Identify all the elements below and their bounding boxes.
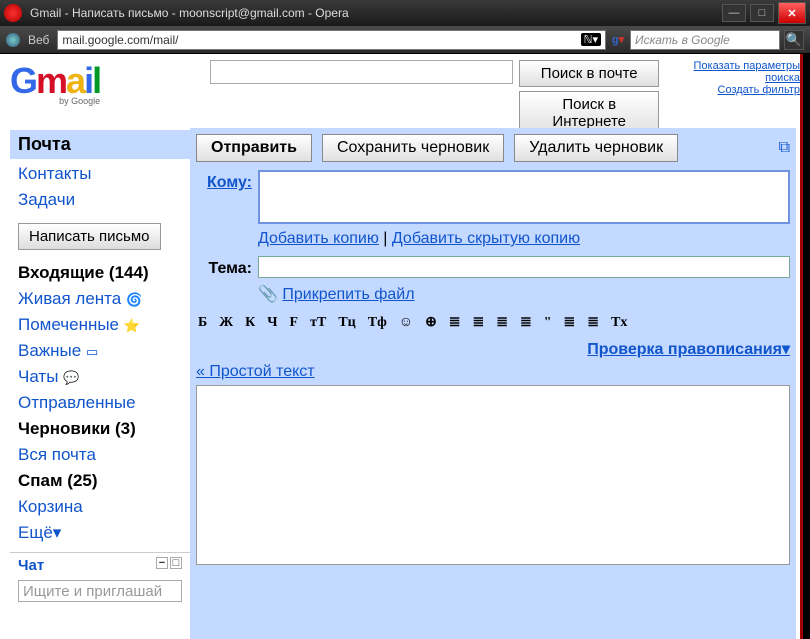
scrollbar[interactable]: [800, 54, 810, 639]
subject-label: Тема:: [196, 256, 252, 278]
plain-text-link[interactable]: « Простой текст: [196, 363, 315, 380]
create-filter-link[interactable]: Создать фильтр: [671, 84, 800, 96]
chat-expand-icon[interactable]: □: [170, 557, 182, 569]
paperclip-icon: 📎: [258, 286, 278, 303]
chat-search-input[interactable]: Ищите и приглашай: [18, 580, 182, 602]
browser-search-input[interactable]: Искать в Google: [630, 30, 780, 50]
send-button[interactable]: Отправить: [196, 134, 312, 162]
minimize-button[interactable]: —: [722, 4, 746, 22]
search-placeholder: Искать в Google: [635, 33, 730, 47]
format-tool[interactable]: Ж: [217, 315, 235, 331]
search-go-button[interactable]: 🔍: [784, 30, 804, 50]
close-button[interactable]: ✕: [778, 2, 806, 24]
format-tool[interactable]: ≣: [518, 314, 534, 331]
format-tool[interactable]: Ч: [265, 315, 279, 331]
spellcheck-link[interactable]: Проверка правописания▾: [587, 339, 790, 359]
globe-icon: [6, 33, 20, 47]
google-icon[interactable]: g▾: [610, 32, 626, 48]
chat-header: Чат − □: [10, 552, 190, 578]
add-bcc-link[interactable]: Добавить скрытую копию: [392, 230, 580, 247]
message-body[interactable]: [196, 385, 790, 565]
attach-file-link[interactable]: Прикрепить файл: [282, 286, 414, 303]
compose-button[interactable]: Написать письмо: [18, 223, 161, 250]
web-label[interactable]: Веб: [28, 33, 49, 47]
discard-button[interactable]: Удалить черновик: [514, 134, 678, 162]
to-input[interactable]: [258, 170, 790, 224]
format-tool[interactable]: ⊕: [423, 314, 439, 331]
chat-collapse-icon[interactable]: −: [156, 557, 168, 569]
add-cc-link[interactable]: Добавить копию: [258, 230, 379, 247]
folder-item[interactable]: Важные ▭: [10, 338, 190, 364]
format-tool[interactable]: ≣: [562, 314, 578, 331]
folder-item[interactable]: Отправленные: [10, 390, 190, 416]
format-tool[interactable]: тТ: [308, 315, 328, 331]
format-tool[interactable]: ≣: [585, 314, 601, 331]
nav-contacts[interactable]: Контакты: [10, 161, 190, 187]
nav-tasks[interactable]: Задачи: [10, 187, 190, 213]
save-draft-button[interactable]: Сохранить черновик: [322, 134, 504, 162]
mail-search-input[interactable]: [210, 60, 513, 84]
format-tool[interactable]: Б: [196, 315, 209, 331]
maximize-button[interactable]: □: [750, 4, 774, 22]
subject-input[interactable]: [258, 256, 790, 278]
format-tool[interactable]: К: [243, 315, 257, 331]
folder-item[interactable]: Живая лента 🌀: [10, 286, 190, 312]
popout-icon[interactable]: ⧉: [779, 139, 790, 157]
folder-item[interactable]: Черновики (3): [10, 416, 190, 442]
url-text: mail.google.com/mail/: [62, 33, 178, 47]
search-mail-button[interactable]: Поиск в почте: [519, 60, 659, 87]
folder-item[interactable]: Чаты 💬: [10, 364, 190, 390]
folder-item[interactable]: Входящие (144): [10, 260, 190, 286]
format-tool[interactable]: ": [542, 315, 554, 331]
window-title: Gmail - Написать письмо - moonscript@gma…: [30, 6, 718, 20]
format-tool[interactable]: ≣: [471, 314, 487, 331]
show-search-options-link[interactable]: Показать параметры поиска: [671, 60, 800, 84]
folder-item[interactable]: Спам (25): [10, 468, 190, 494]
folder-item[interactable]: Корзина: [10, 494, 190, 520]
gmail-logo[interactable]: Gmail by Google: [10, 60, 100, 106]
to-label[interactable]: Кому:: [207, 174, 252, 191]
folder-item[interactable]: Вся почта: [10, 442, 190, 468]
opera-icon[interactable]: [4, 4, 22, 22]
format-tool[interactable]: Tц: [336, 315, 357, 331]
format-tool[interactable]: ≣: [447, 314, 463, 331]
format-tool[interactable]: F: [288, 315, 301, 331]
format-tool[interactable]: ≣: [494, 314, 510, 331]
format-tool[interactable]: ☺: [397, 315, 415, 331]
format-tool[interactable]: Tx: [609, 315, 629, 331]
folder-item[interactable]: Ещё▾: [10, 520, 190, 546]
format-tool[interactable]: Tф: [366, 315, 389, 331]
tab-mail[interactable]: Почта: [10, 130, 190, 159]
url-input[interactable]: mail.google.com/mail/ ℕ▾: [57, 30, 606, 50]
rss-icon[interactable]: ℕ▾: [581, 33, 601, 46]
folder-item[interactable]: Помеченные ⭐: [10, 312, 190, 338]
